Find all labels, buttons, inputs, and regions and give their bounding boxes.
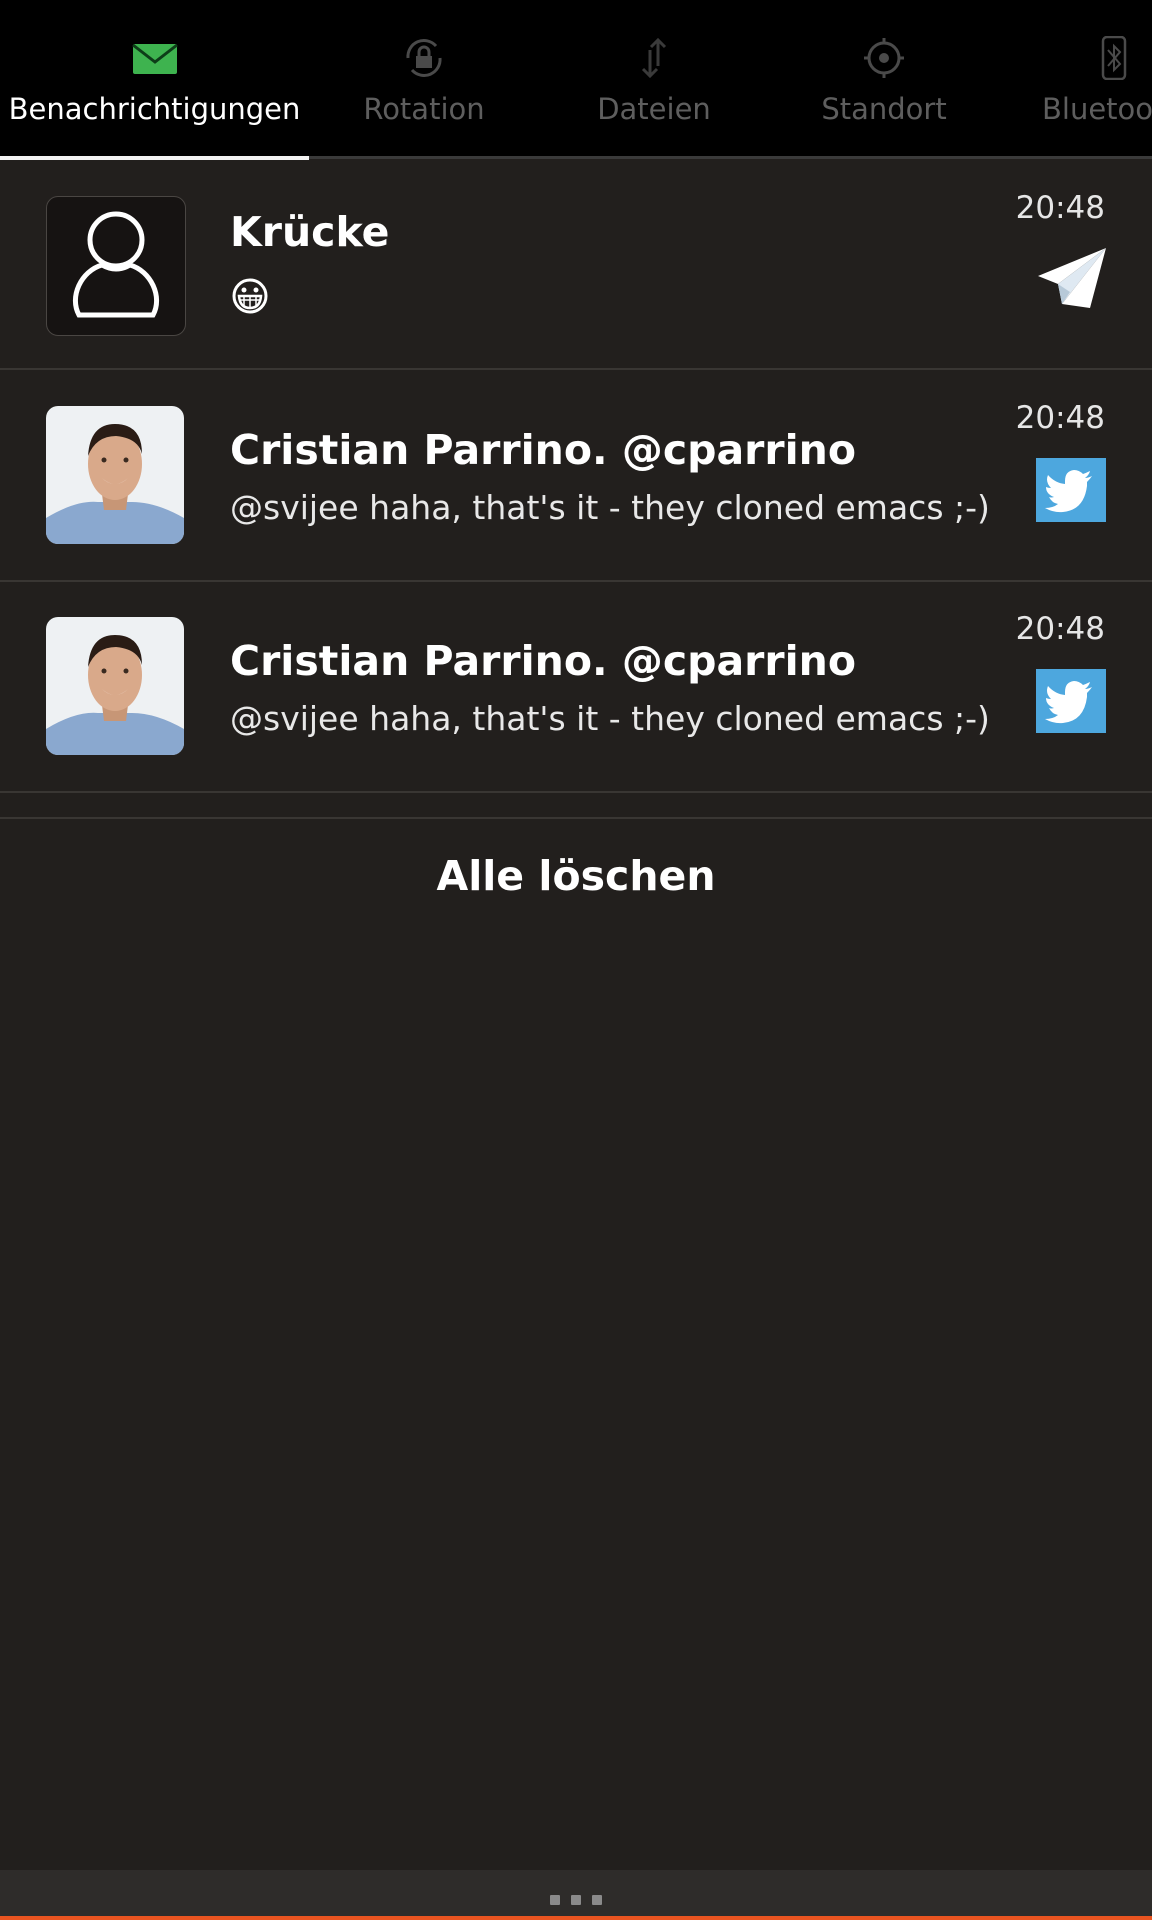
clear-all-divider [0,817,1152,819]
bluetooth-icon [1101,36,1127,80]
tab-rotation[interactable]: Rotation [329,0,519,157]
tab-label: Benachrichtigungen [8,92,301,126]
tab-notifications[interactable]: Benachrichtigungen [0,0,309,157]
twitter-icon [1045,681,1092,724]
telegram-icon [1038,248,1106,308]
panel-drag-handle[interactable] [0,1870,1152,1916]
envelope-icon [131,43,178,74]
notification-body: @svijee haha, that's it - they cloned em… [230,488,990,527]
tab-files[interactable]: Dateien [564,0,744,157]
indicator-tab-bar: Benachrichtigungen Rotation Dateien Stan… [0,0,1152,157]
tab-label: Dateien [597,92,711,126]
tab-label: Rotation [363,92,485,126]
handle-dots-icon [550,1890,613,1909]
contact-avatar [46,196,186,336]
notification-title: Krücke [230,208,390,256]
generic-contact-avatar [72,211,160,318]
clear-all-button[interactable]: Alle löschen [0,852,1152,900]
tab-bluetooth[interactable]: Bluetoo [1014,0,1152,157]
rotation-lock-icon [406,39,442,77]
notification-title: Cristian Parrino. @cparrino [230,637,857,685]
notification-time: 20:48 [1015,190,1105,226]
notification-title: Cristian Parrino. @cparrino [230,426,857,474]
tab-label: Standort [821,92,947,126]
photo-avatar [46,617,184,755]
twitter-app-badge [1036,669,1106,733]
notification-item[interactable]: Krücke 20:48 [0,160,1152,370]
notification-item[interactable]: Cristian Parrino. @cparrino @svijee haha… [0,370,1152,582]
accent-line [0,1916,1152,1920]
twitter-app-badge [1036,458,1106,522]
tab-label: Bluetoo [1042,92,1152,126]
photo-avatar [46,406,184,544]
tab-location[interactable]: Standort [794,0,974,157]
contact-avatar [46,406,184,544]
notification-time: 20:48 [1015,611,1105,647]
transfer-arrows-icon [641,37,667,79]
grinning-emoji-icon [232,278,268,314]
notification-item[interactable]: Cristian Parrino. @cparrino @svijee haha… [0,581,1152,793]
notification-body: @svijee haha, that's it - they cloned em… [230,699,990,738]
location-crosshair-icon [864,38,904,78]
contact-avatar [46,617,184,755]
notification-time: 20:48 [1015,400,1105,436]
twitter-icon [1045,470,1092,513]
